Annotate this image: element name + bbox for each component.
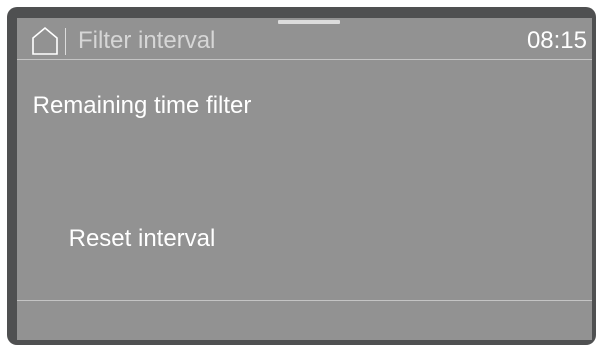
clock-time: 08:15 xyxy=(526,27,587,54)
home-button[interactable] xyxy=(30,26,60,56)
top-handle xyxy=(278,20,340,24)
page-title: Filter interval xyxy=(78,27,216,54)
footer-separator xyxy=(17,300,592,301)
home-icon xyxy=(32,26,58,55)
header-divider xyxy=(65,28,66,55)
header-separator xyxy=(17,59,592,60)
display-screen: Filter interval 08:15 Remaining time fil… xyxy=(17,18,592,340)
menu-item-reset-interval[interactable]: Reset interval xyxy=(27,223,257,255)
menu-item-remaining-time-filter[interactable]: Remaining time filter xyxy=(27,90,257,122)
